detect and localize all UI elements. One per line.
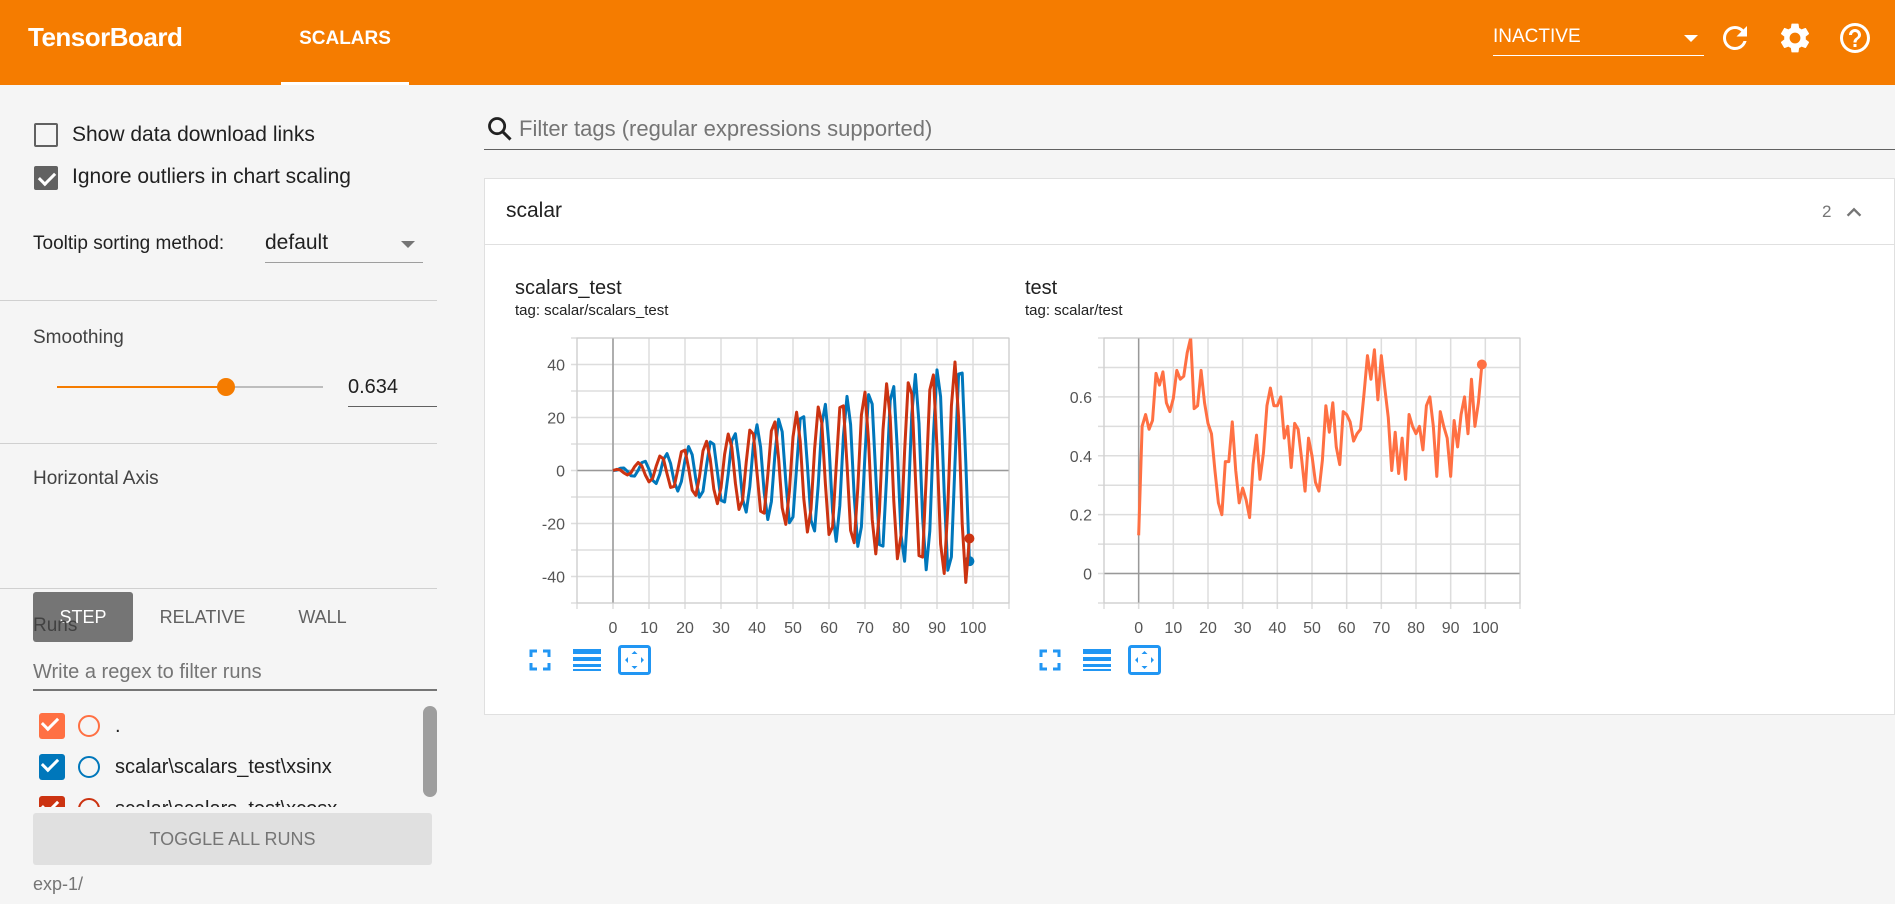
y-tick-label: -20 — [542, 517, 565, 534]
x-tick-label: 40 — [1268, 620, 1286, 637]
tag-group-header[interactable]: scalar 2 — [485, 179, 1894, 245]
filter-tags-input[interactable]: Filter tags (regular expressions support… — [484, 112, 1895, 150]
x-tick-label: 60 — [820, 620, 838, 637]
test-chart[interactable]: 0 10 20 30 40 50 60 70 80 90 100 0 0.2 0.4 0.6 — [1010, 320, 1540, 640]
slider-fill — [57, 386, 226, 388]
x-tick-label: 10 — [640, 620, 658, 637]
x-tick-label: 80 — [892, 620, 910, 637]
run-checkbox[interactable] — [39, 713, 65, 739]
run-checkbox[interactable] — [39, 754, 65, 780]
tab-scalars[interactable]: SCALARS — [281, 0, 409, 85]
series-last-point[interactable] — [1476, 359, 1487, 370]
tooltip-sorting-select[interactable]: default — [265, 225, 423, 263]
series-last-point[interactable] — [964, 533, 975, 544]
y-tick-label: 20 — [547, 411, 565, 428]
smoothing-value-input[interactable]: 0.634 — [348, 367, 437, 407]
x-tick-label: 20 — [676, 620, 694, 637]
smoothing-label: Smoothing — [33, 327, 124, 348]
x-tick-label: 40 — [748, 620, 766, 637]
fullscreen-icon[interactable] — [1038, 648, 1062, 672]
divider — [0, 588, 437, 589]
x-tick-label: 80 — [1407, 620, 1425, 637]
divider — [0, 443, 437, 444]
run-color-circle-icon[interactable] — [78, 715, 100, 737]
x-tick-label: 20 — [1199, 620, 1217, 637]
help-icon[interactable] — [1837, 20, 1873, 56]
y-tick-label: 0 — [1083, 567, 1092, 584]
runs-filter-input[interactable]: Write a regex to filter runs — [33, 653, 437, 691]
runs-scrollbar[interactable] — [423, 706, 437, 797]
x-tick-label: 0 — [1134, 620, 1143, 637]
axis-wall-button[interactable]: WALL — [280, 592, 365, 642]
x-tick-label: 100 — [960, 620, 987, 637]
show-download-links-label: Show data download links — [72, 123, 315, 146]
app-title: TensorBoard — [28, 22, 183, 52]
horizontal-axis-label: Horizontal Axis — [33, 468, 159, 489]
slider-track — [225, 386, 323, 388]
x-tick-label: 90 — [928, 620, 946, 637]
sidebar: Show data download links Ignore outliers… — [0, 85, 453, 904]
run-color-circle-icon[interactable] — [78, 798, 100, 807]
x-tick-label: 70 — [856, 620, 874, 637]
run-name: scalar\scalars_test\xcosx — [115, 798, 337, 807]
fit-domain-icon[interactable] — [1128, 645, 1161, 675]
divider — [0, 300, 437, 301]
dropdown-arrow-icon — [401, 241, 415, 248]
y-tick-label: 0 — [556, 464, 565, 481]
tag-count: 2 — [1822, 202, 1832, 221]
y-tick-label: 0.6 — [1070, 390, 1092, 407]
smoothing-slider[interactable] — [57, 378, 323, 396]
top-bar: TensorBoard SCALARS INACTIVE — [0, 0, 1895, 85]
chart-title: scalars_test — [515, 277, 622, 299]
toggle-log-scale-icon[interactable] — [1083, 648, 1111, 672]
x-tick-label: 50 — [784, 620, 802, 637]
dropdown-arrow-icon — [1684, 35, 1698, 42]
x-tick-label: 100 — [1472, 620, 1499, 637]
chart-subtitle: tag: scalar/test — [1025, 302, 1123, 319]
tab-label: SCALARS — [299, 28, 391, 49]
run-item[interactable]: scalar\scalars_test\xcosx — [0, 791, 420, 807]
y-tick-label: 0.2 — [1070, 508, 1092, 525]
tag-group-name: scalar — [506, 199, 563, 222]
runs-label: Runs — [33, 615, 78, 636]
ignore-outliers-checkbox[interactable] — [34, 166, 58, 190]
x-tick-label: 30 — [1234, 620, 1252, 637]
x-tick-label: 30 — [712, 620, 730, 637]
axis-relative-button[interactable]: RELATIVE — [150, 592, 255, 642]
toggle-log-scale-icon[interactable] — [573, 648, 601, 672]
runs-list: . scalar\scalars_test\xsinx scalar\scala… — [0, 705, 453, 807]
slider-knob[interactable] — [216, 378, 235, 396]
fit-domain-icon[interactable] — [618, 645, 651, 675]
select-value: INACTIVE — [1493, 26, 1581, 47]
inactive-dashboards-select[interactable]: INACTIVE — [1493, 22, 1704, 56]
tooltip-sorting-label: Tooltip sorting method: — [33, 233, 225, 254]
run-name: scalar\scalars_test\xsinx — [115, 756, 332, 778]
run-item[interactable]: scalar\scalars_test\xsinx — [0, 749, 420, 785]
toggle-all-runs-button[interactable]: TOGGLE ALL RUNS — [33, 813, 432, 865]
run-name: . — [115, 715, 121, 737]
y-tick-label: 0.4 — [1070, 449, 1092, 466]
chevron-up-icon[interactable] — [1843, 201, 1865, 223]
x-tick-label: 50 — [1303, 620, 1321, 637]
tooltip-sorting-value: default — [265, 231, 329, 254]
run-color-circle-icon[interactable] — [78, 756, 100, 778]
chart-title: test — [1025, 277, 1058, 299]
scalars-test-chart[interactable]: 0 10 20 30 40 50 60 70 80 90 100 -40 -20 0 20 40 — [500, 320, 1030, 640]
settings-icon[interactable] — [1777, 20, 1813, 56]
y-tick-label: -40 — [542, 570, 565, 587]
x-tick-label: 60 — [1338, 620, 1356, 637]
x-tick-label: 90 — [1442, 620, 1460, 637]
x-tick-label: 10 — [1164, 620, 1182, 637]
run-item[interactable]: . — [0, 708, 420, 744]
show-download-links-checkbox[interactable] — [34, 123, 58, 147]
experiment-path: exp-1/ — [33, 874, 84, 894]
ignore-outliers-label: Ignore outliers in chart scaling — [72, 165, 351, 188]
fullscreen-icon[interactable] — [528, 648, 552, 672]
x-tick-label: 70 — [1372, 620, 1390, 637]
y-tick-label: 40 — [547, 358, 565, 375]
refresh-icon[interactable] — [1717, 20, 1753, 56]
chart-subtitle: tag: scalar/scalars_test — [515, 302, 669, 319]
run-checkbox[interactable] — [39, 796, 65, 807]
x-tick-label: 0 — [609, 620, 618, 637]
